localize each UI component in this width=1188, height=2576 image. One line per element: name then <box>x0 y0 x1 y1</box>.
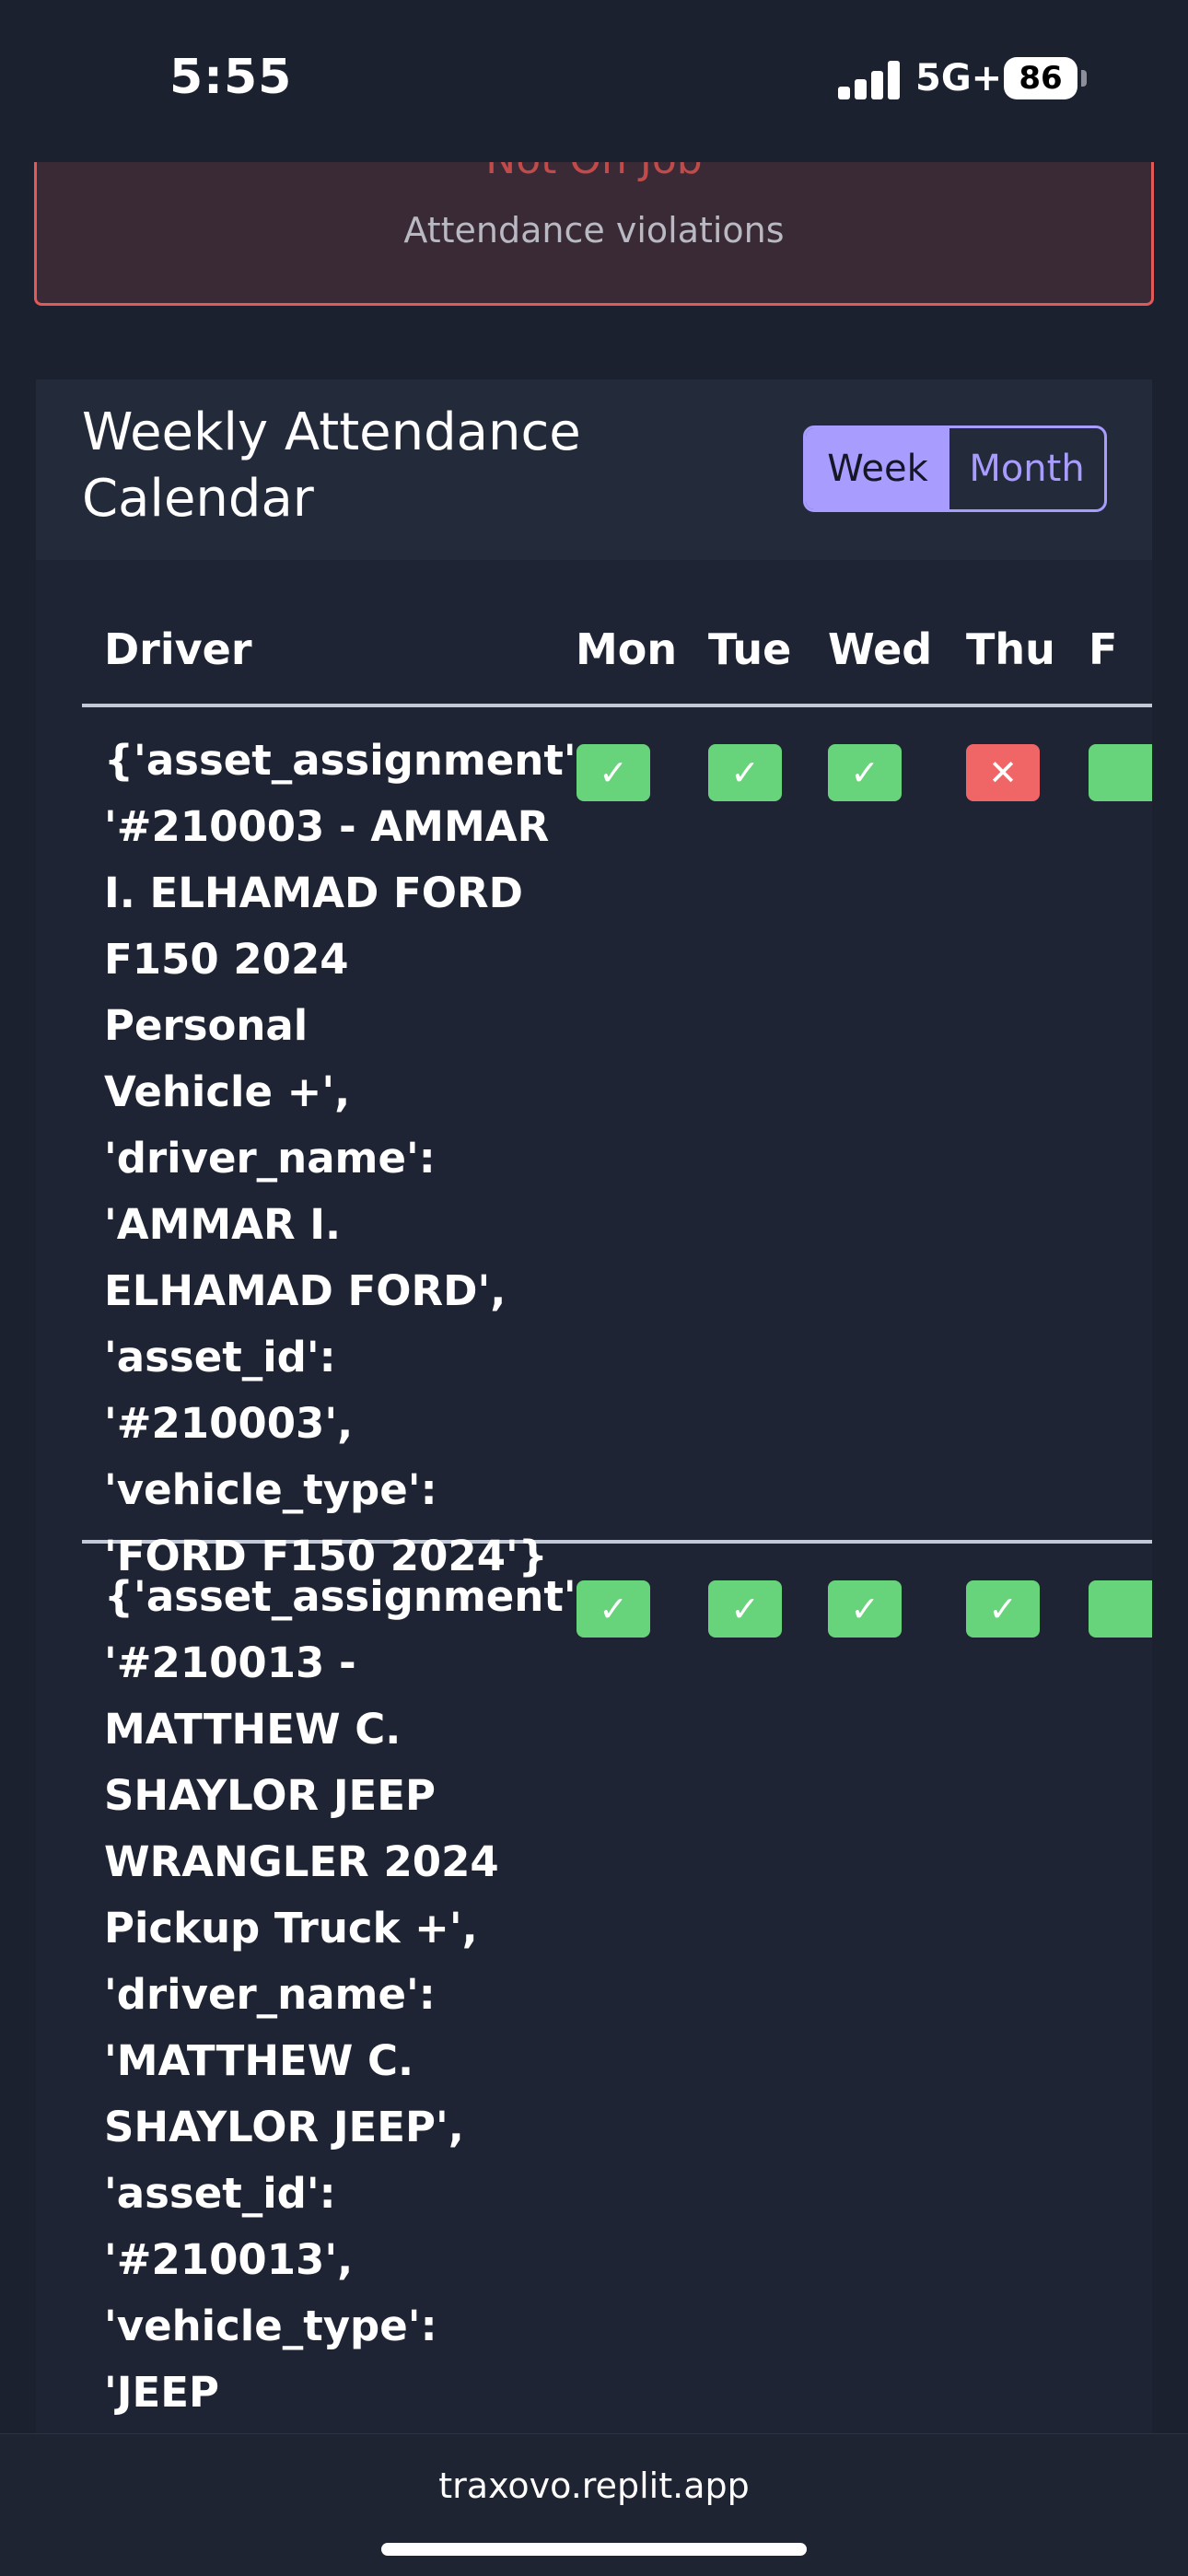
week-toggle-button[interactable]: Week <box>806 428 949 509</box>
table-row: {'asset_assignment': '#210003 - AMMAR I.… <box>82 707 1152 1580</box>
driver-cell: {'asset_assignment': '#210003 - AMMAR I.… <box>104 736 593 1580</box>
column-header-thu: Thu <box>966 624 1055 674</box>
attendance-mark-thu: ✓ <box>966 1580 1040 1638</box>
attendance-mark-mon: ✓ <box>577 1580 650 1638</box>
violation-value: Not On Job <box>37 162 1151 183</box>
attendance-table[interactable]: Driver Mon Tue Wed Thu F {'asset_assignm… <box>82 588 1152 2433</box>
calendar-header: Weekly Attendance Calendar Week Month <box>36 379 1152 560</box>
battery-icon: 86 <box>1004 57 1077 99</box>
status-time: 5:55 <box>169 50 293 105</box>
view-toggle: Week Month <box>803 425 1107 512</box>
column-header-fri: F <box>1089 624 1118 674</box>
attendance-mark-tue: ✓ <box>708 1580 782 1638</box>
browser-address-bar[interactable]: traxovo.replit.app <box>0 2433 1188 2576</box>
attendance-mark-fri <box>1089 744 1152 801</box>
attendance-mark-tue: ✓ <box>708 744 782 801</box>
column-header-tue: Tue <box>708 624 792 674</box>
battery-tip <box>1081 70 1087 87</box>
attendance-mark-wed: ✓ <box>828 1580 902 1638</box>
status-bar: 5:55 5G+ 86 <box>0 0 1188 162</box>
column-header-wed: Wed <box>828 624 933 674</box>
table-header-row: Driver Mon Tue Wed Thu F <box>82 588 1152 707</box>
attendance-mark-fri <box>1089 1580 1152 1638</box>
violation-label: Attendance violations <box>403 210 785 251</box>
home-indicator[interactable] <box>381 2543 807 2556</box>
driver-cell: {'asset_assignment': '#210013 - MATTHEW … <box>104 1572 593 2417</box>
calendar-title: Weekly Attendance Calendar <box>82 402 581 529</box>
network-type: 5G+ <box>915 57 1003 99</box>
column-header-mon: Mon <box>576 624 678 674</box>
violation-stat-card: Not On Job Attendance violations <box>34 162 1154 306</box>
attendance-calendar-card: Weekly Attendance Calendar Week Month Dr… <box>36 379 1152 2433</box>
month-toggle-button[interactable]: Month <box>949 428 1104 509</box>
table-row: {'asset_assignment': '#210013 - MATTHEW … <box>82 1544 1152 2433</box>
attendance-mark-mon: ✓ <box>577 744 650 801</box>
cellular-signal-icon <box>838 61 901 99</box>
attendance-mark-wed: ✓ <box>828 744 902 801</box>
url-text[interactable]: traxovo.replit.app <box>0 2465 1188 2506</box>
column-header-driver: Driver <box>104 624 252 674</box>
attendance-mark-thu: ✕ <box>966 744 1040 801</box>
